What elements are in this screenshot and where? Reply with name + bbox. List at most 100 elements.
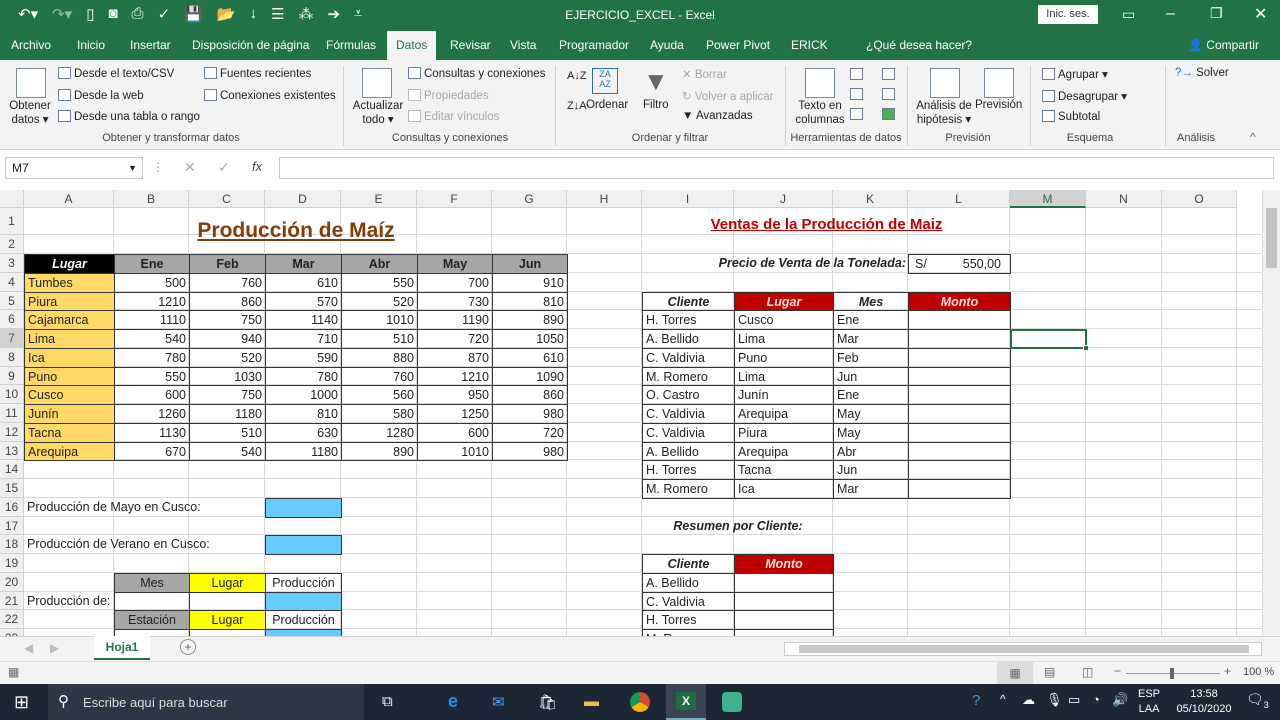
production-value[interactable]: 540 [114, 329, 190, 349]
zoom-out-icon[interactable]: − [1114, 664, 1121, 678]
production-header[interactable]: May [417, 254, 493, 274]
grid-cell[interactable] [1162, 272, 1237, 292]
grid-cell[interactable] [567, 272, 642, 292]
production-value[interactable]: 890 [492, 310, 568, 330]
text-to-columns-button[interactable]: Texto en columnas [792, 99, 848, 127]
grid-cell[interactable] [265, 516, 341, 536]
summary-client[interactable]: C. Valdivia [642, 591, 735, 612]
produccion-header[interactable]: Producción [265, 572, 342, 593]
page-break-icon[interactable]: ◫ [1082, 665, 1093, 679]
notifications-icon[interactable]: 🗨3 [1246, 691, 1269, 710]
grid-cell[interactable] [1162, 310, 1237, 329]
grid-cell[interactable] [1237, 517, 1262, 536]
monto-cell[interactable] [908, 422, 1011, 443]
summary-client[interactable]: A. Bellido [642, 572, 735, 593]
page-layout-icon[interactable]: ▤ [1044, 665, 1055, 679]
grid-cell[interactable] [1086, 516, 1162, 536]
chrome-icon[interactable] [630, 692, 650, 712]
grid-cell[interactable] [1010, 554, 1086, 573]
production-value[interactable]: 780 [114, 347, 190, 368]
grid-cell[interactable] [24, 610, 114, 629]
grid-cell[interactable] [1162, 497, 1237, 517]
grid-cell[interactable] [642, 272, 734, 292]
grid-cell[interactable] [1010, 422, 1086, 442]
grid-cell[interactable] [567, 291, 642, 311]
grid-cell[interactable] [908, 591, 1010, 611]
grid-cell[interactable] [1162, 535, 1237, 554]
from-text-button[interactable]: Desde el texto/CSV [58, 67, 174, 80]
monto-cell[interactable] [908, 347, 1011, 368]
grid-cell[interactable] [1162, 404, 1237, 423]
maximize-icon[interactable]: ❐ [1210, 5, 1223, 22]
grid-cell[interactable] [1162, 235, 1237, 254]
row-header-12[interactable]: 12 [0, 422, 24, 442]
production-value[interactable]: 590 [265, 347, 342, 368]
share-button[interactable]: 👤 Compartir [1188, 38, 1259, 52]
grid-cell[interactable] [341, 516, 417, 536]
selected-cell-M7[interactable] [1010, 329, 1089, 351]
grid-cell[interactable] [567, 516, 642, 536]
grid-cell[interactable] [1086, 310, 1162, 329]
add-sheet-icon[interactable]: + [180, 639, 196, 655]
microphone-icon[interactable]: 🎙 [1046, 692, 1063, 708]
production-value[interactable]: 520 [341, 291, 418, 312]
grid-cell[interactable] [908, 610, 1010, 629]
grid-cell[interactable] [492, 591, 567, 611]
grid-cell[interactable] [1086, 422, 1162, 442]
grid-cell[interactable] [341, 610, 417, 629]
recent-sources-button[interactable]: Fuentes recientes [204, 67, 311, 80]
reapply-button[interactable]: ↻ Volver a aplicar [682, 89, 773, 103]
month-cell[interactable]: Abr [833, 441, 909, 462]
grid-cell[interactable] [567, 610, 642, 629]
solver-button[interactable]: ?→ Solver [1175, 67, 1229, 79]
grid-cell[interactable] [567, 497, 642, 517]
grid-cell[interactable] [908, 235, 1010, 254]
battery-icon[interactable]: ▭ [1068, 692, 1080, 708]
monto-cell[interactable] [908, 385, 1011, 405]
production-value[interactable]: 700 [417, 272, 493, 293]
grid-cell[interactable] [417, 610, 492, 629]
grid-cell[interactable] [417, 479, 492, 498]
grid-cell[interactable] [567, 460, 642, 479]
grid-cell[interactable] [1237, 367, 1262, 386]
grid-cell[interactable] [1162, 385, 1237, 404]
column-header-B[interactable]: B [114, 190, 189, 208]
grid-cell[interactable] [1086, 329, 1162, 348]
grid-cell[interactable] [1010, 254, 1086, 273]
summary-monto[interactable] [734, 591, 834, 612]
grid-cell[interactable] [567, 404, 642, 423]
row-header-14[interactable]: 14 [0, 460, 24, 479]
grid-cell[interactable] [492, 554, 567, 573]
queries-button[interactable]: Consultas y conexiones [408, 67, 545, 80]
refresh-all-button[interactable]: Actualizar todo ▾ [350, 99, 406, 127]
store-icon[interactable]: 🛍 [538, 693, 557, 711]
grid-cell[interactable] [1086, 347, 1162, 367]
grid-cell[interactable] [1237, 310, 1262, 329]
answer-cell[interactable] [265, 497, 342, 518]
row-header-13[interactable]: 13 [0, 441, 24, 461]
grid-cell[interactable] [189, 460, 265, 479]
month-cell[interactable]: Feb [833, 347, 909, 368]
grid-cell[interactable] [417, 535, 492, 554]
grid-cell[interactable] [1010, 291, 1086, 311]
production-value[interactable]: 580 [341, 404, 418, 424]
answer-cell[interactable] [265, 629, 342, 636]
grid-cell[interactable] [24, 235, 114, 254]
production-value[interactable]: 540 [189, 441, 266, 462]
grid-cell[interactable] [567, 591, 642, 611]
grid-cell[interactable] [1086, 208, 1162, 235]
production-header[interactable]: Jun [492, 254, 568, 274]
clear-button[interactable]: ✕ Borrar [682, 67, 727, 81]
grid-cell[interactable] [24, 554, 114, 573]
what-if-button[interactable]: Análisis de hipótesis ▾ [913, 99, 975, 127]
production-value[interactable]: 1050 [492, 329, 568, 349]
grid-cell[interactable] [1086, 629, 1162, 636]
grid-cell[interactable] [567, 479, 642, 498]
grid-cell[interactable] [567, 254, 642, 273]
grid-cell[interactable] [1237, 629, 1262, 636]
taskbar-search[interactable]: ⚲ Escribe aquí para buscar [48, 684, 364, 720]
grid-cell[interactable] [734, 235, 833, 254]
row-header-5[interactable]: 5 [0, 291, 24, 311]
production-value[interactable]: 710 [265, 329, 342, 349]
grid-cell[interactable] [492, 516, 567, 536]
